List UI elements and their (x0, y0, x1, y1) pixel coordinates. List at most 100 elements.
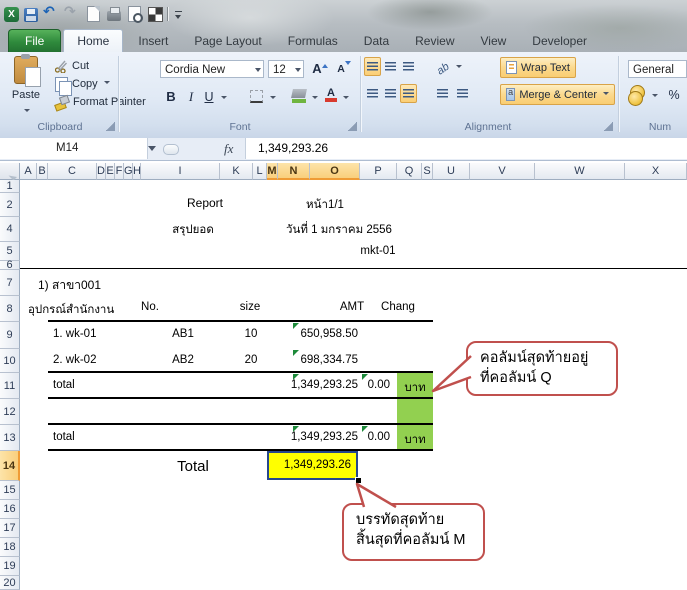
insert-function-button[interactable]: fx (224, 138, 233, 159)
cell-total1-unit[interactable]: บาท (397, 379, 433, 397)
tab-view[interactable]: View (468, 30, 520, 52)
row-header-11[interactable]: 11 (0, 373, 20, 399)
row-header-19[interactable]: 19 (0, 557, 20, 576)
row-header-20[interactable]: 20 (0, 576, 20, 590)
percent-style-button[interactable]: % (666, 86, 682, 104)
print-icon[interactable] (107, 11, 121, 21)
column-header-S[interactable]: S (422, 163, 433, 180)
row-header-18[interactable]: 18 (0, 538, 20, 557)
column-header-V[interactable]: V (470, 163, 535, 180)
font-size-dropdown-icon[interactable] (295, 68, 301, 75)
italic-button[interactable]: I (184, 88, 198, 106)
row-header-4[interactable]: 4 (0, 217, 20, 242)
formula-input[interactable]: 1,349,293.26 (245, 138, 687, 159)
switch-windows-icon[interactable] (148, 7, 163, 22)
font-size-combobox[interactable]: 12 (268, 60, 304, 78)
column-header-F[interactable]: F (115, 163, 124, 180)
align-left-button[interactable] (364, 84, 381, 103)
number-format-combobox[interactable]: General (628, 60, 687, 78)
tab-formulas[interactable]: Formulas (275, 30, 351, 52)
cell-header-no[interactable]: No. (130, 301, 170, 313)
column-header-B[interactable]: B (37, 163, 48, 180)
callout-last-row[interactable]: บรรทัดสุดท้าย สิ้นสุดที่คอลัมน์ M (342, 503, 485, 561)
cut-button[interactable]: Cut (55, 58, 89, 74)
excel-logo-icon[interactable] (4, 7, 19, 22)
bottom-align-button[interactable] (400, 57, 417, 76)
fill-handle[interactable] (355, 477, 362, 484)
orientation-dropdown-icon[interactable] (456, 65, 462, 71)
save-icon[interactable] (24, 8, 38, 22)
bold-button[interactable]: B (163, 88, 179, 106)
column-header-Q[interactable]: Q (397, 163, 422, 180)
row-header-13[interactable]: 13 (0, 425, 20, 451)
column-header-C[interactable]: C (48, 163, 97, 180)
cell-summary[interactable]: สรุปยอด (148, 221, 238, 239)
formula-bar-collapse-icon[interactable] (163, 144, 179, 155)
orientation-button[interactable]: ab (437, 59, 462, 77)
font-color-dropdown-icon[interactable] (343, 96, 349, 102)
print-preview-icon[interactable] (128, 6, 141, 22)
new-document-icon[interactable] (87, 6, 100, 22)
row-header-10[interactable]: 10 (0, 349, 20, 373)
decrease-indent-button[interactable] (434, 84, 451, 103)
font-name-dropdown-icon[interactable] (255, 68, 261, 75)
column-header-A[interactable]: A (20, 163, 37, 180)
column-header-W[interactable]: W (535, 163, 625, 180)
row-header-15[interactable]: 15 (0, 481, 20, 500)
cell-item2-no[interactable]: AB2 (160, 354, 206, 366)
borders-dropdown-icon[interactable] (270, 96, 276, 102)
column-header-H[interactable]: H (133, 163, 141, 180)
merge-center-button[interactable]: Merge & Center (500, 84, 615, 105)
fill-color-button[interactable] (292, 89, 306, 103)
borders-button[interactable] (250, 90, 263, 103)
cell-item2-name[interactable]: 2. wk-02 (53, 354, 96, 366)
cell-grand-total-label[interactable]: Total (148, 458, 238, 475)
align-center-button[interactable] (382, 84, 399, 103)
increase-indent-button[interactable] (454, 84, 471, 103)
wrap-text-button[interactable]: Wrap Text (500, 57, 576, 78)
column-header-L[interactable]: L (253, 163, 267, 180)
row-header-17[interactable]: 17 (0, 519, 20, 538)
cell-item1-name[interactable]: 1. wk-01 (53, 328, 96, 340)
row-header-6[interactable]: 6 (0, 261, 20, 270)
middle-align-button[interactable] (382, 57, 399, 76)
name-box[interactable]: M14 (0, 138, 148, 159)
column-header-E[interactable]: E (106, 163, 115, 180)
cell-header-size[interactable]: size (228, 301, 272, 313)
redo-icon[interactable] (64, 6, 80, 22)
customize-icon[interactable] (174, 10, 184, 22)
font-name-combobox[interactable]: Cordia New (160, 60, 264, 78)
cell-branch[interactable]: 1) สาขา001 (38, 276, 101, 295)
cell-item2-size[interactable]: 20 (230, 354, 272, 366)
tab-file[interactable]: File (8, 29, 61, 52)
column-header-M[interactable]: M (267, 163, 278, 180)
column-header-K[interactable]: K (220, 163, 253, 180)
cell-total2-unit[interactable]: บาท (397, 431, 433, 449)
cell-total2-label[interactable]: total (53, 431, 75, 443)
cell-total1-change[interactable]: 0.00 (330, 379, 390, 391)
row-header-8[interactable]: 8 (0, 296, 20, 322)
copy-button[interactable]: Copy (55, 76, 110, 92)
tab-page-layout[interactable]: Page Layout (181, 30, 274, 52)
fill-color-dropdown-icon[interactable] (312, 96, 318, 102)
paste-dropdown-icon[interactable] (24, 109, 30, 115)
accounting-dropdown-icon[interactable] (652, 94, 658, 100)
cell-item1-no[interactable]: AB1 (160, 328, 206, 340)
select-all-corner[interactable] (0, 163, 20, 180)
tab-review[interactable]: Review (402, 30, 467, 52)
tab-data[interactable]: Data (351, 30, 402, 52)
align-right-button[interactable] (400, 84, 417, 103)
row-header-7[interactable]: 7 (0, 270, 20, 296)
cell-header-equipment[interactable]: อุปกรณ์สำนักงาน (28, 301, 114, 319)
cell-item2-amount[interactable]: 698,334.75 (268, 354, 358, 366)
font-dialog-launcher-icon[interactable] (348, 122, 357, 131)
column-header-G[interactable]: G (124, 163, 133, 180)
cell-item1-amount[interactable]: 650,958.50 (268, 328, 358, 340)
tab-home[interactable]: Home (63, 29, 123, 52)
row-header-1[interactable]: 1 (0, 180, 20, 193)
cell-doc-code[interactable]: mkt-01 (340, 245, 416, 257)
merge-center-dropdown-icon[interactable] (603, 92, 609, 98)
cell-date[interactable]: วันที่ 1 มกราคม 2556 (263, 221, 415, 239)
row-header-2[interactable]: 2 (0, 193, 20, 217)
column-header-N[interactable]: N (278, 163, 310, 180)
